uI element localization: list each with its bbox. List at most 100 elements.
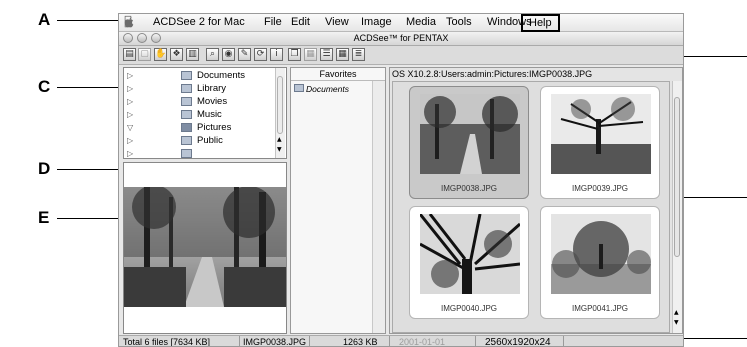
folder-icon [181,123,192,132]
thumbnail-image [420,94,520,174]
details-view-icon[interactable]: ≣ [352,48,365,61]
leader-line-d [57,169,123,170]
preview-pane [123,162,287,334]
folder-item[interactable]: ▷ Music [124,108,274,121]
folder-item[interactable]: ▷ Public [124,134,274,147]
apple-logo-icon[interactable] [122,15,136,29]
acdsee-window:  ACDSee 2 for Mac File Edit View Image … [118,13,684,347]
scroll-thumb[interactable] [674,97,680,257]
thumbnail-caption: IMGP0039.JPG [571,184,629,193]
toolbar: ▤ ▢ ✋ ❖ ▥ ⌕ ◉ ✎ ⟳ i ❐ ▦ ☰ ▦ ≣ [119,46,683,65]
title-bar: ACDSee™ for PENTAX [119,32,683,46]
thumbnail-image [420,214,520,294]
disclosure-triangle-open-icon[interactable]: ▽ [127,121,133,134]
menu-tools[interactable]: Tools [446,16,472,28]
disclosure-triangle-icon[interactable]: ▷ [127,69,133,82]
status-file-size: 1263 KB [343,337,378,347]
grid-view-icon[interactable]: ▦ [336,48,349,61]
menu-media[interactable]: Media [406,16,436,28]
thumbnail-caption: IMGP0041.JPG [571,304,629,313]
folder-icon [181,84,192,93]
menu-edit[interactable]: Edit [291,16,310,28]
disclosure-triangle-icon[interactable]: ▷ [127,108,133,121]
acquire-icon[interactable]: ✋ [154,48,167,61]
browse-icon[interactable]: ▤ [123,48,136,61]
thumbnail-caption: IMGP0040.JPG [440,304,498,313]
folder-tree-scrollbar[interactable]: ▲ ▼ [275,68,285,158]
thumbnail-item[interactable]: IMGP0040.JPG [409,206,529,319]
folder-icon [181,71,192,80]
thumbnail-item-selected[interactable]: IMGP0038.JPG [409,86,529,199]
folder-item[interactable]: ▷ Library [124,82,274,95]
preview-toggle-icon[interactable]: ◉ [222,48,235,61]
callout-a: A [38,10,51,29]
thumbnail-grid: OS X10.2.8:Users:admin:Pictures:IMGP0038… [389,67,683,334]
disclosure-triangle-icon[interactable]: ▷ [127,95,133,108]
list-view-icon[interactable]: ☰ [320,48,333,61]
info-icon[interactable]: i [270,48,283,61]
divider [239,336,240,346]
favorites-item[interactable]: Documents [294,84,349,94]
edit-icon[interactable]: ✎ [238,48,251,61]
scroll-down-arrow-icon[interactable]: ▼ [277,146,282,153]
status-filename: IMGP0038.JPG [243,337,307,347]
status-bar: Total 6 files [7634 KB] IMGP0038.JPG 126… [119,335,683,347]
leader-line-right-toolbar [676,56,747,57]
menu-file[interactable]: File [264,16,282,28]
disclosure-triangle-icon[interactable]: ▷ [127,134,133,147]
divider [475,336,476,346]
menu-image[interactable]: Image [361,16,392,28]
thumbnail-image [551,214,651,294]
thumbnail-item[interactable]: IMGP0039.JPG [540,86,660,199]
folder-tree: ▷ Documents ▷ Library ▷ Movies ▷ Music ▽… [123,67,287,159]
scroll-thumb[interactable] [277,76,283,134]
status-total-files: Total 6 files [7634 KB] [123,337,211,347]
scroll-up-arrow-icon[interactable]: ▲ [674,309,679,316]
divider [563,336,564,346]
menu-bar:  ACDSee 2 for Mac File Edit View Image … [119,14,683,32]
view-icon[interactable]: ▢ [138,48,151,61]
window-title: ACDSee™ for PENTAX [353,33,449,43]
folder-icon [181,136,192,145]
favorites-scrollbar[interactable] [372,81,385,333]
divider [389,336,390,346]
divider [291,80,385,81]
menu-view[interactable]: View [325,16,349,28]
folder-item-selected[interactable]: ▽ Pictures [124,121,274,134]
folder-item-partial[interactable]: ▷ [124,147,274,158]
path-bar: OS X10.2.8:Users:admin:Pictures:IMGP0038… [392,69,593,79]
rotate-icon[interactable]: ⟳ [254,48,267,61]
folder-icon [181,149,192,158]
callout-c: C [38,77,51,96]
status-dimensions: 2560x1920x24 [485,337,551,347]
thumbnail-grid-scrollbar[interactable]: ▲ ▼ [672,81,682,333]
favorites-pane: Favorites Documents [290,67,386,334]
favorites-header: Favorites [319,69,357,79]
search-icon[interactable]: ⌕ [206,48,219,61]
menu-help[interactable]: Help [521,14,560,32]
preview-image [124,187,286,307]
folder-icon [181,97,192,106]
folder-item[interactable]: ▷ Movies [124,95,274,108]
divider [309,336,310,346]
disclosure-triangle-icon[interactable]: ▷ [127,82,133,95]
callout-e: E [38,208,50,227]
disclosure-triangle-icon[interactable]: ▷ [127,147,133,158]
thumbnails-view-icon[interactable]: ▦ [304,48,317,61]
print-icon[interactable]: ▥ [186,48,199,61]
thumbnail-image [551,94,651,174]
favorite-folder-icon [294,84,304,92]
thumbnail-item[interactable]: IMGP0041.JPG [540,206,660,319]
thumbnail-area: IMGP0038.JPG IMGP0039.JPG IMGP0040.JPG I… [392,81,670,333]
slideshow-icon[interactable]: ❖ [170,48,183,61]
copy-icon[interactable]: ❐ [288,48,301,61]
status-date: 2001-01-01 [399,337,446,347]
leader-line-a [57,20,123,21]
scroll-down-arrow-icon[interactable]: ▼ [674,319,679,326]
menu-app-name[interactable]: ACDSee 2 for Mac [153,16,245,28]
folder-icon [181,110,192,119]
leader-line-c [57,87,123,88]
callout-d: D [38,159,51,178]
scroll-up-arrow-icon[interactable]: ▲ [277,136,282,143]
folder-item[interactable]: ▷ Documents [124,69,274,82]
